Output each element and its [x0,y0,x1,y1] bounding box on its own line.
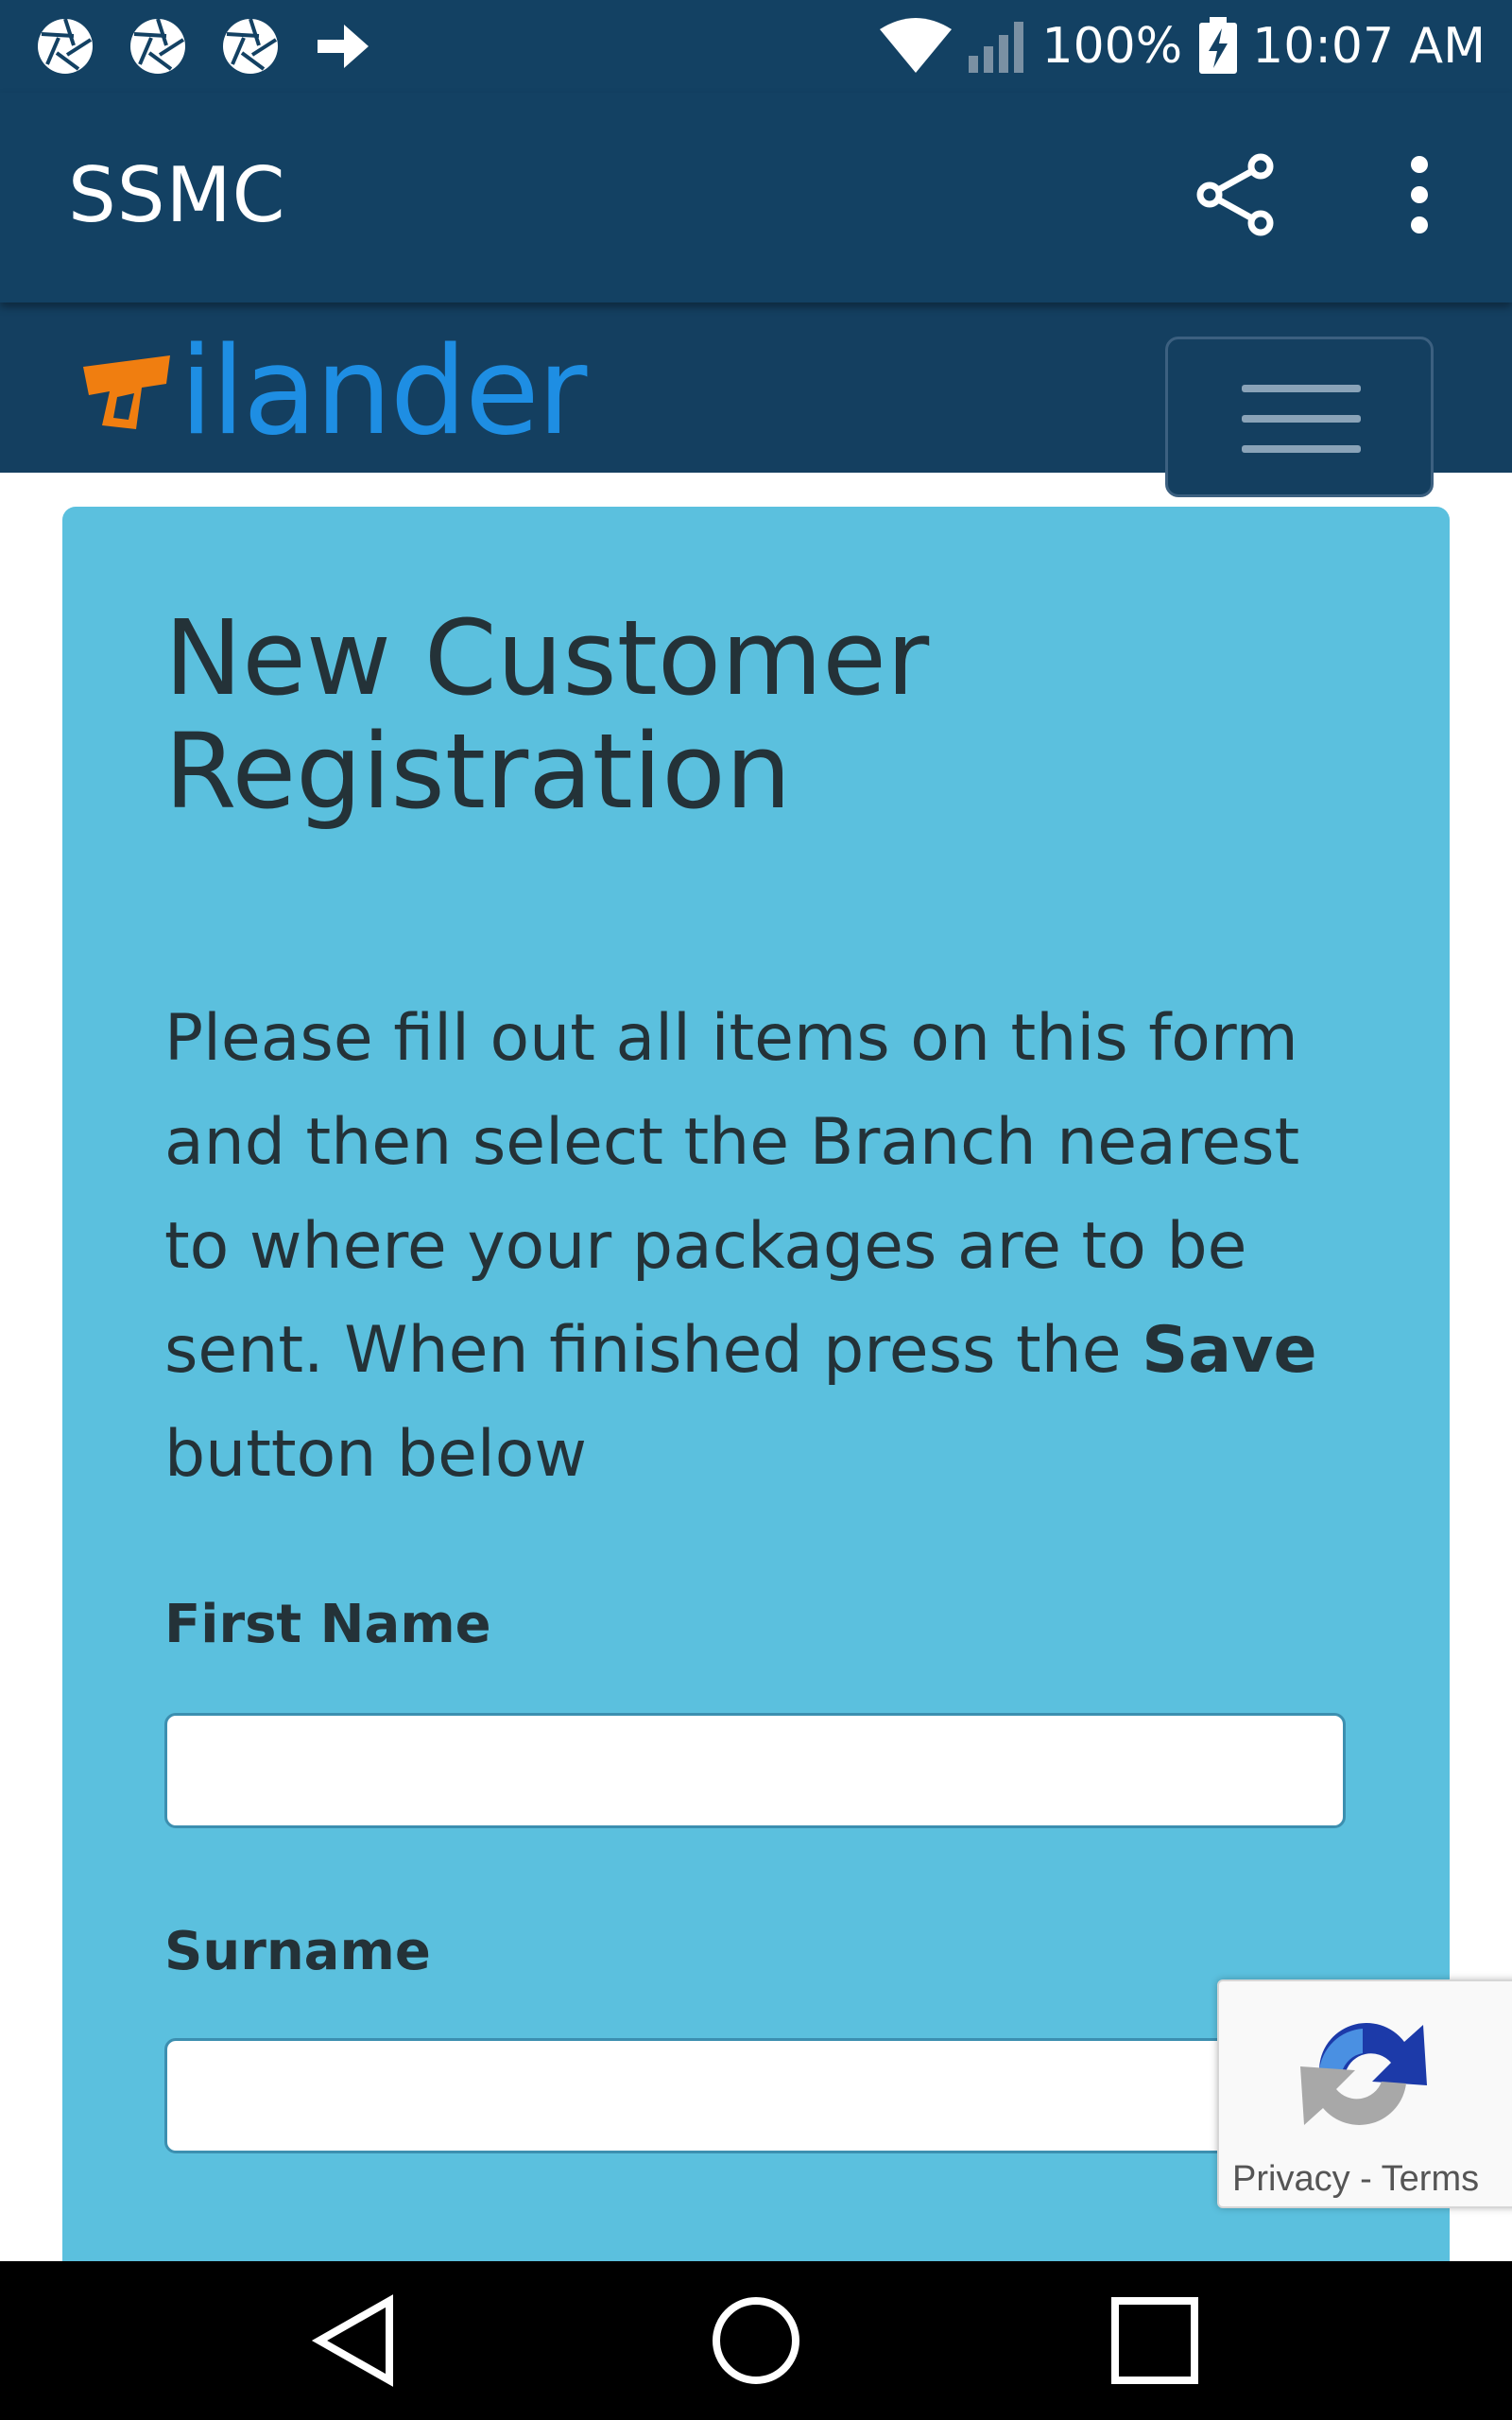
clock: 10:07 AM [1252,18,1486,75]
more-vert-icon[interactable] [1382,149,1457,240]
site-header: ilander [0,302,1512,497]
battery-percentage: 100% [1041,18,1183,75]
wifi-icon [879,18,952,73]
home-icon[interactable] [709,2293,803,2388]
surname-label: Surname [164,1921,431,1982]
notification-icons [36,17,406,76]
system-indicators: 100% 10:07 AM [878,13,1486,79]
instructions-text-end: button below [164,1417,588,1492]
recaptcha-links: Privacy - Terms [1232,2159,1479,2200]
hamburger-icon [1242,385,1361,392]
battery-charging-icon [1199,17,1238,74]
signal-icon [968,22,1023,73]
page-title: New Customer Registration [164,601,1298,828]
recaptcha-separator: - [1349,2159,1382,2199]
status-bar: 100% 10:07 AM [0,0,1512,93]
surname-input[interactable] [164,2038,1346,2153]
recaptcha-icon [1300,2023,1427,2125]
privacy-link[interactable]: Privacy [1232,2159,1350,2199]
page-title-line2: Registration [164,711,792,832]
hamburger-bar [1242,415,1361,423]
aperture-icon [223,18,278,74]
first-name-label: First Name [164,1594,491,1655]
form-instructions: Please fill out all items on this form a… [164,987,1355,1507]
app-bar: SSMC [0,93,1512,302]
site-logo[interactable]: ilander [79,321,587,462]
recaptcha-badge[interactable]: Privacy - Terms [1217,1979,1512,2208]
instructions-text: Please fill out all items on this form a… [164,1001,1300,1388]
logo-text: ilander [180,321,587,462]
recents-icon[interactable] [1108,2293,1202,2388]
arrow-right-icon [318,25,369,68]
hamburger-bar [1242,445,1361,453]
share-icon[interactable] [1193,149,1283,240]
logo-mark-icon [83,355,170,429]
terms-link[interactable]: Terms [1382,2159,1479,2199]
app-title: SSMC [68,151,286,239]
back-icon[interactable] [308,2293,403,2388]
system-nav-bar [0,2261,1512,2420]
hamburger-menu-button[interactable] [1165,337,1434,497]
aperture-icon [130,18,185,74]
aperture-icon [38,18,93,74]
first-name-input[interactable] [164,1713,1346,1828]
instructions-save-emphasis: Save [1142,1313,1317,1388]
page-title-line1: New Customer [164,597,930,718]
